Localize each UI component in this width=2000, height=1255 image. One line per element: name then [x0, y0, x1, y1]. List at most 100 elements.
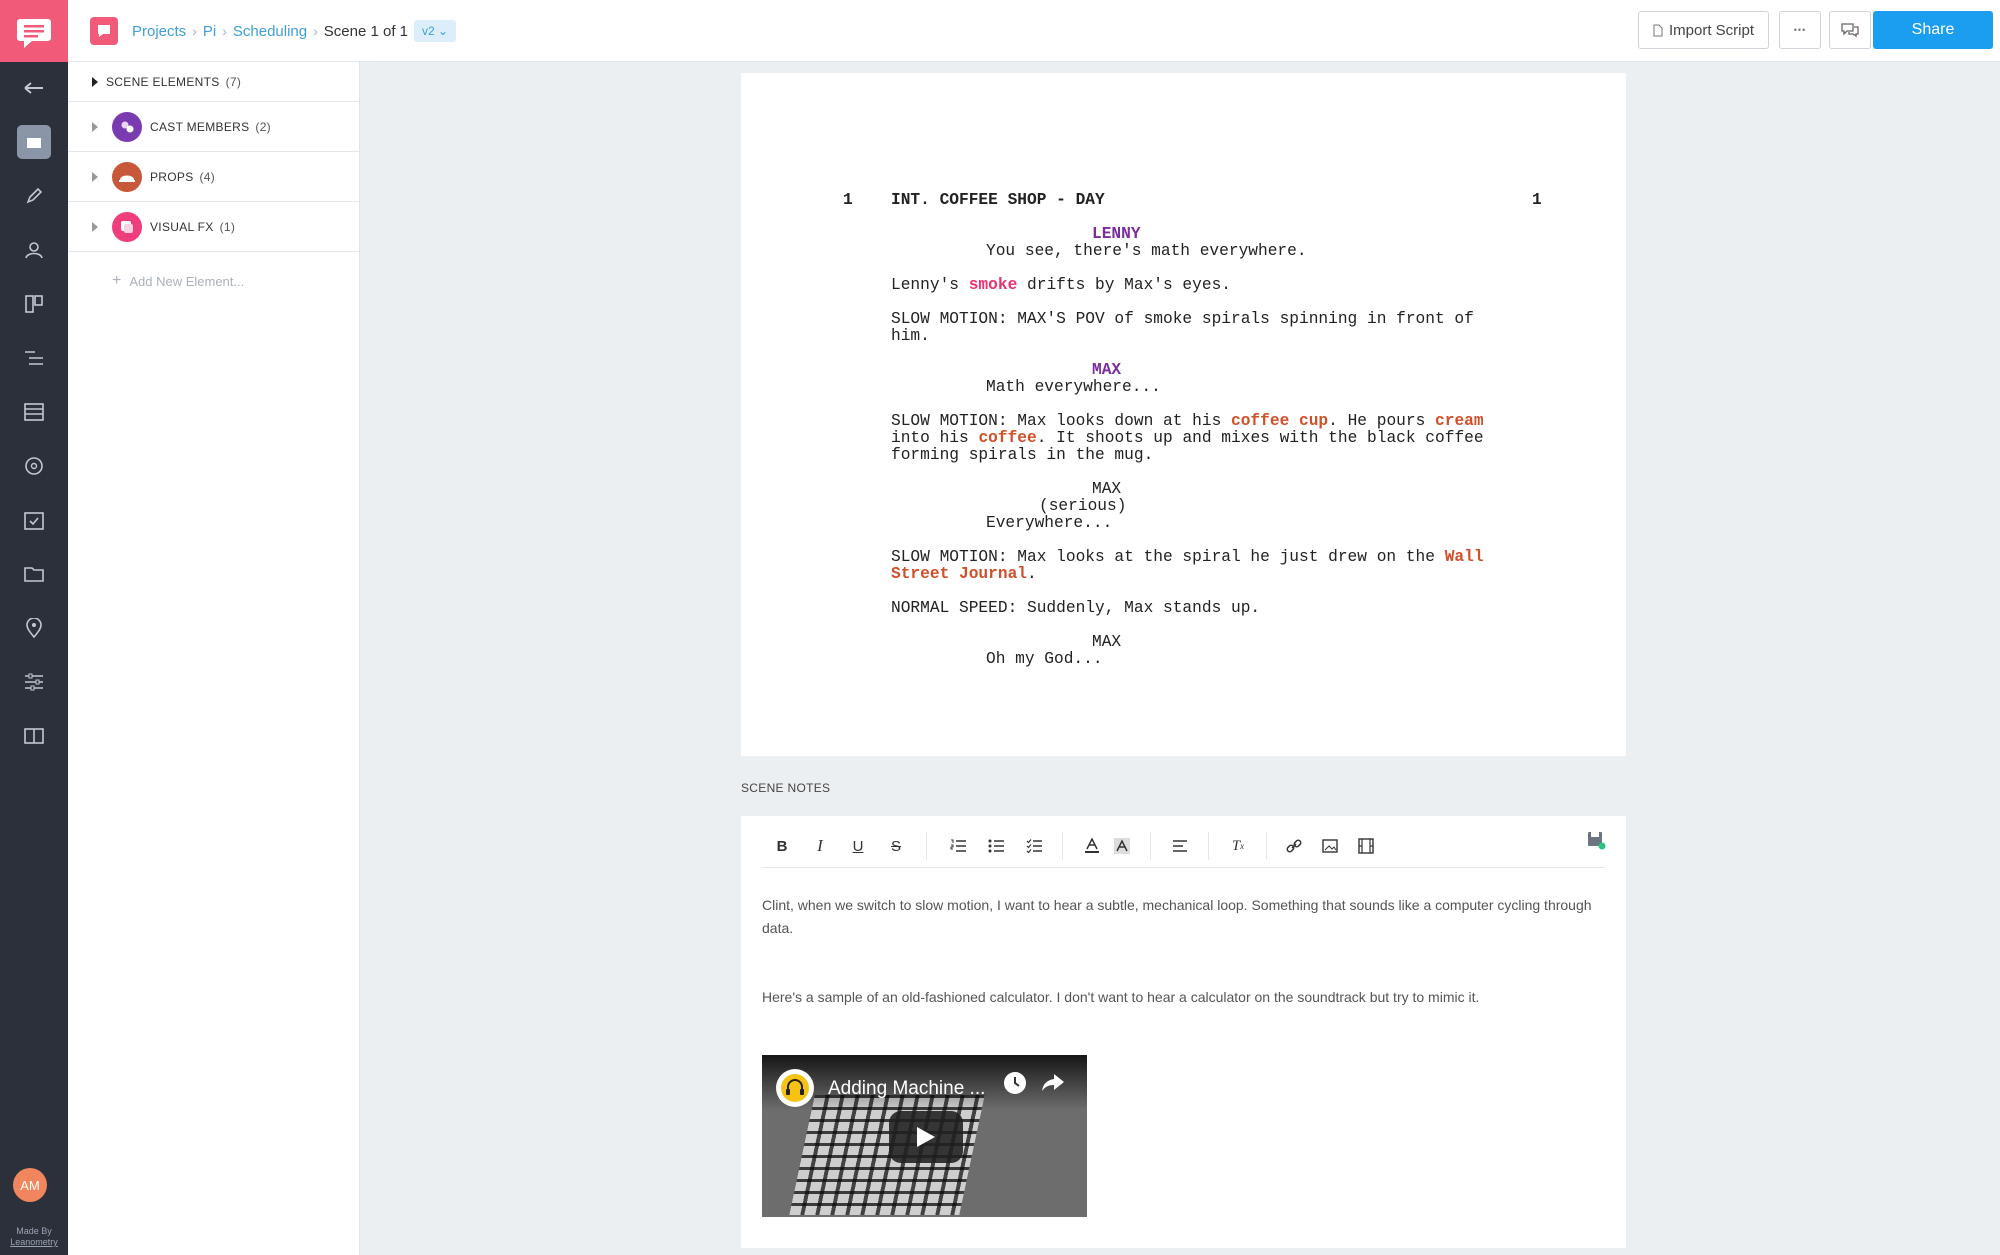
text-run: . [1027, 565, 1037, 583]
film-reel-icon[interactable] [0, 444, 68, 488]
toolbar-divider [1062, 832, 1063, 860]
character-name: MAX [1092, 480, 1122, 498]
action-line: Street Journal. [891, 566, 1037, 583]
project-icon[interactable] [90, 17, 118, 45]
share-button[interactable]: Share [1873, 11, 1993, 49]
tagged-element-smoke[interactable]: smoke [969, 276, 1018, 294]
tagged-element-cream[interactable]: cream [1435, 412, 1484, 430]
studiobinder-logo-icon[interactable] [0, 0, 68, 62]
folder-icon[interactable] [0, 552, 68, 596]
video-title[interactable]: Adding Machine ... [828, 1078, 985, 1100]
highlight-color-icon[interactable] [1110, 834, 1134, 858]
scene-elements-title: SCENE ELEMENTS [106, 74, 220, 89]
settings-sliders-icon[interactable] [0, 660, 68, 704]
caret-right-icon [92, 76, 98, 87]
rail-item-breakdown[interactable] [0, 120, 68, 164]
element-category-props[interactable]: PROPS (4) [68, 152, 359, 202]
italic-icon[interactable]: I [808, 834, 832, 858]
back-arrow-icon[interactable] [0, 66, 68, 110]
pencil-icon[interactable] [0, 174, 68, 218]
share-arrow-icon[interactable] [1040, 1071, 1066, 1100]
text-color-icon[interactable] [1080, 834, 1104, 858]
character-lenny[interactable]: LENNY [1092, 226, 1141, 243]
add-new-element-label: Add New Element... [129, 273, 245, 289]
clear-formatting-icon[interactable]: Tx [1226, 834, 1250, 858]
action-line: SLOW MOTION: MAX'S POV of smoke spirals … [891, 310, 1474, 328]
scene-heading[interactable]: INT. COFFEE SHOP - DAY [891, 192, 1105, 209]
more-options-button[interactable]: ••• [1779, 11, 1821, 49]
watch-later-icon[interactable] [1002, 1070, 1028, 1101]
add-new-element-button[interactable]: + Add New Element... [68, 252, 359, 290]
category-label: VISUAL FX [150, 219, 214, 234]
import-script-label: Import Script [1668, 21, 1755, 39]
action-line: SLOW MOTION: Max looks at the spiral he … [891, 549, 1484, 566]
location-pin-icon[interactable] [0, 606, 68, 650]
note-paragraph: Here's a sample of an old-fashioned calc… [762, 989, 1480, 1005]
breadcrumb-project-pi[interactable]: Pi [203, 23, 216, 40]
made-by-label: Made By [16, 1226, 52, 1236]
bullet-list-icon[interactable] [984, 834, 1008, 858]
contacts-icon[interactable] [0, 228, 68, 272]
breadcrumb-projects[interactable]: Projects [132, 23, 186, 40]
align-left-icon[interactable] [1168, 834, 1192, 858]
comments-button[interactable] [1829, 11, 1871, 49]
scene-notes-editor[interactable]: B I U S Tx Clint, when we switch to slow… [741, 816, 1626, 1248]
scene-notes-label: SCENE NOTES [741, 781, 831, 795]
dialogue-line: Oh my God... [986, 650, 1103, 668]
left-rail: AM Made By Leanometry [0, 0, 68, 1255]
channel-avatar-icon[interactable] [776, 1069, 814, 1107]
scene-elements-count: (7) [225, 74, 242, 89]
underline-icon[interactable]: U [846, 834, 870, 858]
play-icon [917, 1127, 935, 1147]
text-run: Lenny's [891, 276, 969, 294]
scene-number-left: 1 [843, 191, 853, 209]
import-script-button[interactable]: Import Script [1638, 11, 1769, 49]
tagged-element-coffee[interactable]: coffee [978, 429, 1036, 447]
image-icon[interactable] [1318, 834, 1342, 858]
stripboard-icon[interactable] [0, 390, 68, 434]
breadcrumb-current-scene: Scene 1 of 1 [323, 22, 409, 40]
book-icon[interactable] [0, 714, 68, 758]
storyboard-icon[interactable] [0, 282, 68, 326]
tagged-element-coffee-cup[interactable]: coffee cup [1231, 412, 1328, 430]
play-button[interactable] [889, 1111, 963, 1163]
note-paragraph: Clint, when we switch to slow motion, I … [762, 897, 1592, 936]
checklist-icon[interactable] [1022, 834, 1046, 858]
action-line: NORMAL SPEED: Suddenly, Max stands up. [891, 599, 1261, 617]
text-run: into his [891, 429, 979, 447]
version-dropdown[interactable]: v2 ⌄ [414, 20, 457, 42]
chevron-right-icon: › [313, 23, 318, 39]
tagged-element-wall-street-journal[interactable]: Street Journal [891, 565, 1027, 583]
action-line: Lenny's smoke drifts by Max's eyes. [891, 277, 1231, 294]
clapperboard-icon [17, 125, 51, 159]
calendar-icon[interactable] [0, 498, 68, 542]
strikethrough-icon[interactable]: S [884, 834, 908, 858]
editor-toolbar: B I U S Tx [762, 826, 1608, 868]
element-category-visual-fx[interactable]: VISUAL FX (1) [68, 202, 359, 252]
text-run: SLOW MOTION: Max looks at the spiral he … [891, 548, 1445, 566]
document-icon [1653, 24, 1663, 36]
element-category-cast-members[interactable]: CAST MEMBERS (2) [68, 102, 359, 152]
video-icon[interactable] [1354, 834, 1378, 858]
breadcrumb-scheduling[interactable]: Scheduling [233, 23, 307, 40]
scene-elements-header[interactable]: SCENE ELEMENTS (7) [68, 62, 359, 102]
embedded-video[interactable]: Adding Machine ... [762, 1055, 1087, 1217]
tagged-element-wall-street-journal[interactable]: Wall [1445, 548, 1484, 566]
made-by-link[interactable]: Leanometry [0, 1237, 68, 1248]
user-avatar[interactable]: AM [13, 1168, 47, 1202]
category-count: (4) [199, 169, 216, 184]
action-line: him. [891, 327, 930, 345]
character-max[interactable]: MAX [1092, 362, 1121, 379]
link-icon[interactable] [1282, 834, 1306, 858]
dialogue-line: You see, there's math everywhere. [986, 242, 1307, 260]
plus-icon: + [112, 272, 122, 289]
dialogue-line: Math everywhere... [986, 378, 1161, 396]
save-icon[interactable] [1584, 828, 1608, 852]
bold-icon[interactable]: B [770, 834, 794, 858]
category-count: (2) [255, 119, 271, 134]
toolbar-divider [1266, 832, 1267, 860]
scene-number-right: 1 [1532, 191, 1542, 209]
top-bar: Projects › Pi › Scheduling › Scene 1 of … [68, 0, 2000, 62]
shotlist-icon[interactable] [0, 336, 68, 380]
ordered-list-icon[interactable] [946, 834, 970, 858]
